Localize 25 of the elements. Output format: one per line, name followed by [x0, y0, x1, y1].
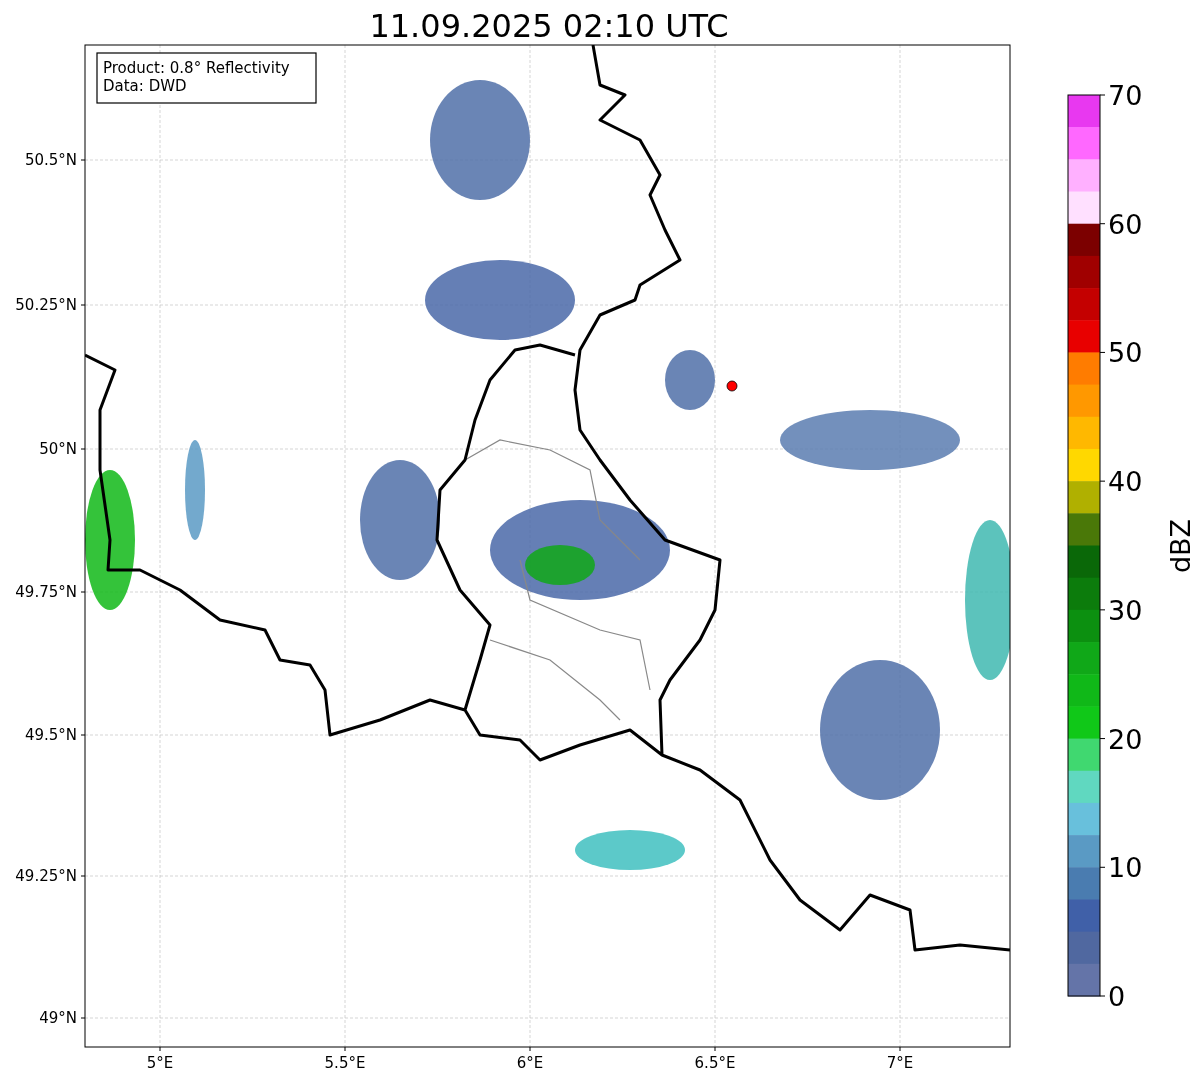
axis-tick-label: 7°E: [886, 1054, 914, 1072]
colorbar-tick-label: 70: [1108, 80, 1143, 111]
axis-tick-label: 49.75°N: [15, 583, 77, 601]
colorbar-tick-label: 50: [1108, 337, 1143, 369]
colorbar-tick-label: 60: [1108, 208, 1143, 240]
chart-title: 11.09.2025 02:10 UTC: [369, 7, 729, 45]
axis-tick-label: 50.5°N: [24, 151, 77, 169]
axis-tick-label: 49.25°N: [15, 867, 77, 885]
location-marker: [726, 380, 738, 392]
colorbar-tick-label: 40: [1108, 466, 1143, 498]
annotation-text: Data: DWD: [103, 77, 187, 95]
colorbar-tick-label: 0: [1108, 981, 1126, 1012]
axis-tick-label: 50.25°N: [15, 296, 77, 314]
colorbar-tick-label: 30: [1108, 594, 1143, 626]
axis-tick-label: 6°E: [516, 1054, 544, 1072]
annotation-text: Product: 0.8° Reflectivity: [103, 59, 290, 77]
axis-tick-label: 49.5°N: [24, 726, 77, 744]
colorbar-label: dBZ: [1165, 518, 1196, 574]
axis-tick-label: 5.5°E: [324, 1054, 366, 1072]
axis-tick-label: 6.5°E: [694, 1054, 736, 1072]
colorbar-tick-label: 10: [1108, 852, 1143, 884]
axis-tick-label: 5°E: [146, 1054, 174, 1072]
colorbar-tick-label: 20: [1108, 723, 1143, 755]
axis-tick-label: 50°N: [39, 440, 77, 458]
axis-tick-label: 49°N: [39, 1009, 77, 1027]
